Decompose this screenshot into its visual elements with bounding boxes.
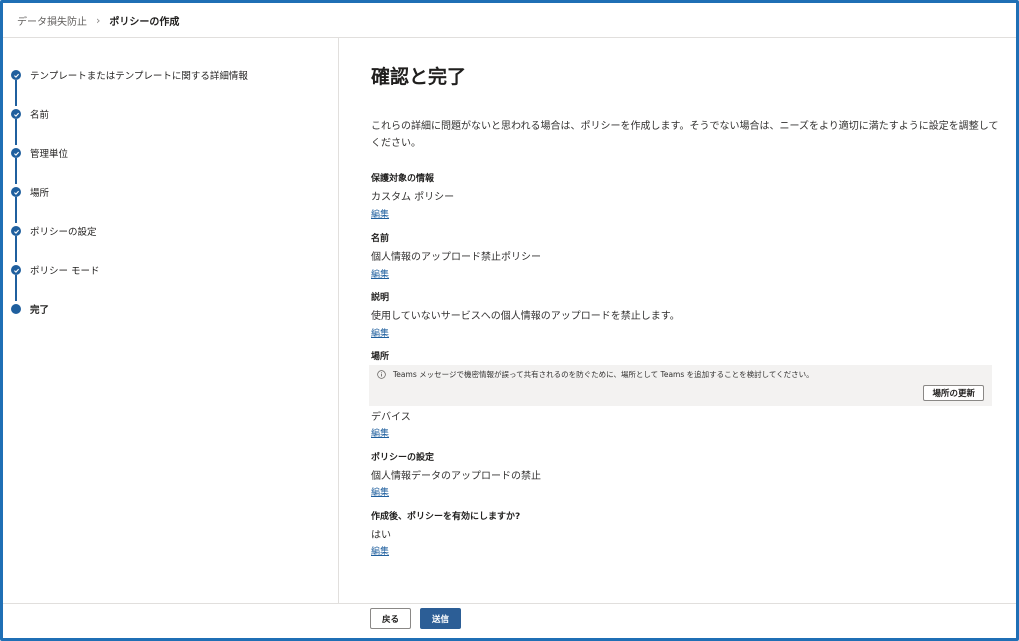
back-button[interactable]: 戻る [370, 608, 411, 629]
section-value-locations: デバイス [371, 412, 411, 423]
section-heading-enable-policy: 作成後、ポリシーを有効にしますか? [371, 512, 521, 522]
check-icon [11, 148, 21, 158]
section-heading-description: 説明 [371, 293, 390, 303]
step-connector [15, 275, 17, 301]
step-label: 完了 [30, 305, 50, 316]
edit-link-policy-settings[interactable]: 編集 [371, 485, 389, 498]
section-heading-protected-info: 保護対象の情報 [371, 174, 435, 184]
page-title: 確認と完了 [371, 66, 467, 88]
edit-link-locations[interactable]: 編集 [371, 426, 389, 439]
breadcrumb: データ損失防止 › ポリシーの作成 [3, 3, 1016, 38]
section-value-enable-policy: はい [371, 530, 391, 541]
step-connector [15, 119, 17, 145]
wizard-steps: テンプレートまたはテンプレートに関する詳細情報 名前 管理単位 場所 ポリシーの… [3, 38, 339, 604]
step-connector [15, 80, 17, 106]
step-name[interactable]: 名前 [11, 107, 49, 121]
location-info-text: Teams メッセージで機密情報が誤って共有されるのを防ぐために、場所として T… [393, 370, 814, 379]
update-locations-button[interactable]: 場所の更新 [923, 385, 984, 401]
edit-link-enable-policy[interactable]: 編集 [371, 544, 389, 557]
check-icon [11, 70, 21, 80]
step-policy-mode[interactable]: ポリシー モード [11, 263, 100, 277]
step-connector [15, 236, 17, 262]
edit-link-protected-info[interactable]: 編集 [371, 207, 389, 220]
step-template[interactable]: テンプレートまたはテンプレートに関する詳細情報 [11, 68, 248, 82]
intro-text: これらの詳細に問題がないと思われる場合は、ポリシーを作成します。そうでない場合は… [371, 121, 999, 149]
breadcrumb-parent-link[interactable]: データ損失防止 [17, 13, 87, 28]
edit-link-name[interactable]: 編集 [371, 267, 389, 280]
step-finish[interactable]: 完了 [11, 302, 49, 316]
step-label: 管理単位 [30, 149, 69, 160]
step-connector [15, 158, 17, 184]
section-heading-policy-settings: ポリシーの設定 [371, 453, 435, 463]
info-icon [377, 370, 386, 379]
submit-button[interactable]: 送信 [420, 608, 461, 629]
check-icon [11, 265, 21, 275]
section-value-protected-info: カスタム ポリシー [371, 192, 455, 203]
check-icon [11, 226, 21, 236]
step-connector [15, 197, 17, 223]
edit-link-description[interactable]: 編集 [371, 326, 389, 339]
dlp-policy-wizard: データ損失防止 › ポリシーの作成 テンプレートまたはテンプレートに関する詳細情… [0, 0, 1019, 641]
section-heading-name: 名前 [371, 234, 390, 244]
step-label: テンプレートまたはテンプレートに関する詳細情報 [30, 71, 248, 82]
step-locations[interactable]: 場所 [11, 185, 49, 199]
section-value-name: 個人情報のアップロード禁止ポリシー [371, 252, 541, 263]
check-icon [11, 109, 21, 119]
breadcrumb-separator-icon: › [96, 13, 101, 27]
location-info-bar: Teams メッセージで機密情報が誤って共有されるのを防ぐために、場所として T… [369, 365, 992, 406]
section-heading-locations: 場所 [371, 352, 390, 362]
step-label: 場所 [30, 188, 50, 199]
current-step-dot-icon [11, 304, 21, 314]
step-label: 名前 [30, 110, 50, 121]
step-policy-settings[interactable]: ポリシーの設定 [11, 224, 97, 238]
section-value-policy-settings: 個人情報データのアップロードの禁止 [371, 471, 541, 482]
check-icon [11, 187, 21, 197]
breadcrumb-current: ポリシーの作成 [109, 16, 180, 28]
section-value-description: 使用していないサービスへの個人情報のアップロードを禁止します。 [371, 311, 680, 322]
step-label: ポリシーの設定 [30, 227, 97, 238]
step-admin-units[interactable]: 管理単位 [11, 146, 68, 160]
step-label: ポリシー モード [30, 266, 100, 277]
review-panel: 確認と完了 これらの詳細に問題がないと思われる場合は、ポリシーを作成します。そう… [369, 38, 999, 604]
wizard-footer: 戻る 送信 [3, 603, 1016, 638]
